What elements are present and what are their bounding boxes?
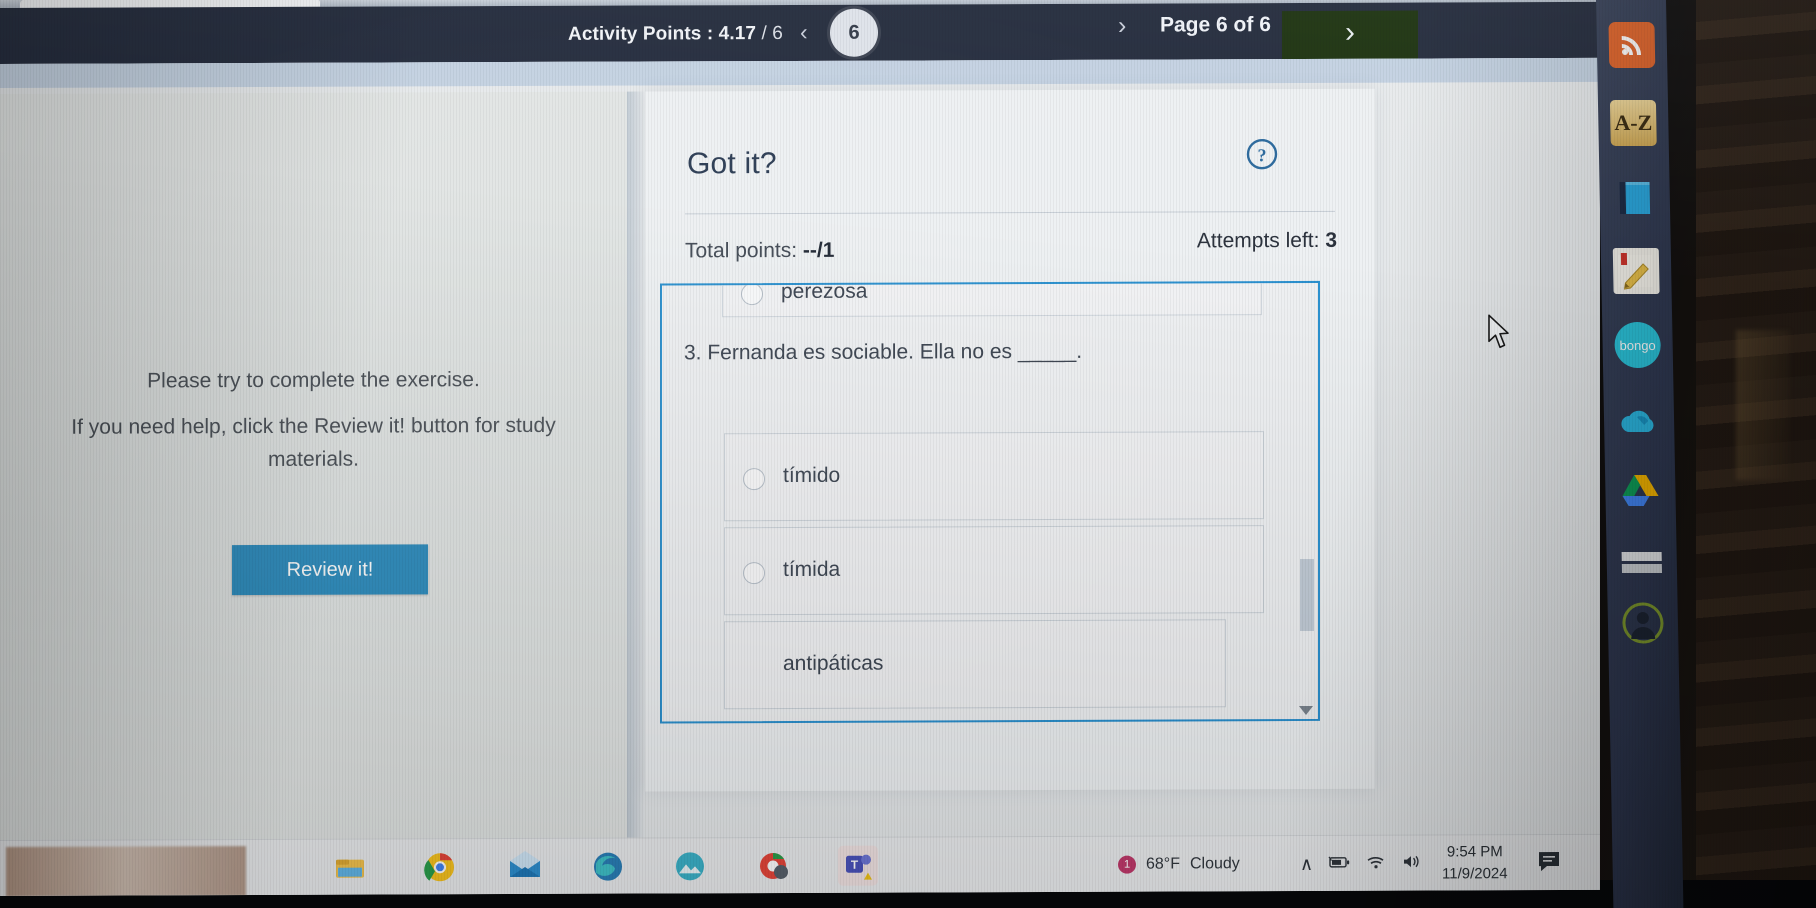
pencil-cup	[1736, 330, 1790, 480]
taskbar-item-chrome-2[interactable]	[755, 846, 795, 886]
attempts-left-label: Attempts left:	[1196, 228, 1326, 253]
previous-option-partial[interactable]: perezosa	[722, 280, 1262, 318]
wifi-icon[interactable]	[1365, 853, 1387, 874]
page-body: Please try to complete the exercise. If …	[0, 57, 1600, 897]
taskbar-item-art[interactable]	[6, 846, 246, 897]
answer-option-timido[interactable]: tímido	[724, 431, 1264, 522]
clock-date: 11/9/2024	[1442, 865, 1508, 883]
radio-icon[interactable]	[741, 283, 763, 306]
taskbar-item-teams[interactable]: T	[838, 845, 878, 886]
notifications-icon[interactable]	[1536, 849, 1564, 880]
question-scroll-area[interactable]: perezosa 3. Fernanda es sociable. Ella n…	[660, 280, 1320, 724]
activity-points: Activity Points : 4.17 / 6	[568, 23, 783, 46]
question-circle-icon[interactable]: ?	[1245, 137, 1279, 171]
svg-text:T: T	[851, 858, 859, 872]
total-points: Total points: --/1	[685, 239, 834, 264]
answer-option-antipaticas[interactable]: antipáticas	[724, 619, 1226, 710]
weather-condition: Cloudy	[1189, 855, 1240, 873]
total-points-value: --/1	[802, 238, 835, 262]
answer-option-timida[interactable]: tímida	[724, 525, 1264, 616]
title-divider	[685, 210, 1335, 215]
next-page-chevron-icon[interactable]: ›	[1118, 12, 1126, 40]
page-top-band	[0, 57, 1600, 88]
radio-icon[interactable]	[743, 562, 765, 585]
weather-temperature: 68°F	[1146, 855, 1180, 873]
option-label: antipáticas	[783, 651, 884, 675]
note-pencil-icon[interactable]	[1612, 248, 1660, 294]
panel-divider	[627, 91, 645, 892]
windows-taskbar: T 1 68°F Cloudy ∧ 9:54 PM 11/9/2024	[0, 833, 1600, 897]
option-label: perezosa	[781, 280, 868, 304]
volume-icon[interactable]	[1401, 853, 1423, 874]
taskbar-item-mail[interactable]	[505, 847, 545, 887]
activity-points-label: Activity Points : 4.17	[568, 23, 757, 45]
google-drive-icon[interactable]	[1617, 468, 1664, 514]
taskbar-clock[interactable]: 9:54 PM 11/9/2024	[1442, 841, 1508, 885]
taskbar-weather[interactable]: 1 68°F Cloudy	[1118, 836, 1240, 892]
card-title: Got it?	[687, 147, 777, 181]
screenshot-root: Activity Points : 4.17 / 6 ‹ 6 › Page 6 …	[0, 0, 1816, 908]
activity-points-denominator: / 6	[761, 22, 783, 45]
battery-icon[interactable]	[1327, 853, 1351, 874]
instructions-panel: Please try to complete the exercise. If …	[0, 91, 627, 895]
taskbar-item-edge[interactable]	[588, 847, 628, 887]
a-z-icon[interactable]: A-Z	[1609, 100, 1657, 146]
activity-header-bar: Activity Points : 4.17 / 6 ‹ 6 › Page 6 …	[0, 1, 1600, 64]
attempts-left-value: 3	[1325, 228, 1337, 252]
attempts-left: Attempts left: 3	[1197, 229, 1337, 254]
question-scrollbar[interactable]	[1299, 282, 1316, 720]
page-count-label: Page 6 of 6	[1160, 13, 1271, 37]
clock-time: 9:54 PM	[1446, 843, 1503, 861]
radio-icon[interactable]	[743, 468, 765, 491]
total-points-label: Total points:	[685, 238, 803, 263]
taskbar-item-chrome[interactable]	[420, 847, 460, 887]
option-label: tímida	[783, 557, 841, 581]
next-page-button[interactable]: ›	[1282, 10, 1418, 60]
notification-badge: 1	[1118, 855, 1136, 874]
score-row: Total points: --/1 Attempts left: 3	[685, 229, 1337, 270]
monitor-display: Activity Points : 4.17 / 6 ‹ 6 › Page 6 …	[0, 0, 1600, 897]
rss-icon[interactable]	[1608, 22, 1656, 68]
current-page-indicator[interactable]: 6	[830, 8, 878, 57]
onedrive-cloud-icon[interactable]	[1616, 398, 1663, 444]
option-label: tímido	[783, 463, 841, 487]
scrollbar-thumb[interactable]	[1300, 558, 1314, 632]
previous-page-chevron-icon[interactable]: ‹	[800, 19, 808, 45]
next-arrow-icon: ›	[1345, 15, 1355, 49]
scroll-down-arrow-icon[interactable]	[1299, 705, 1313, 716]
bongo-icon[interactable]: bongo	[1614, 322, 1662, 368]
svg-text:?: ?	[1258, 145, 1267, 165]
documents-icon[interactable]	[1618, 540, 1665, 586]
instruction-line-1: Please try to complete the exercise.	[147, 368, 480, 393]
instruction-line-2: If you need help, click the Review it! b…	[71, 413, 556, 471]
taskbar-item-photos[interactable]	[670, 846, 710, 886]
tray-expand-chevron-icon[interactable]: ∧	[1300, 853, 1313, 874]
user-avatar-icon[interactable]	[1620, 600, 1667, 646]
question-prompt: 3. Fernanda es sociable. Ella no es ____…	[684, 339, 1083, 365]
exercise-card: Got it? ? Total points: --/1 Attempts le…	[645, 88, 1375, 792]
review-it-button[interactable]: Review it!	[232, 544, 428, 596]
book-icon[interactable]	[1611, 175, 1658, 221]
taskbar-item-file-explorer[interactable]	[330, 848, 370, 888]
system-tray[interactable]: ∧	[1300, 836, 1423, 892]
